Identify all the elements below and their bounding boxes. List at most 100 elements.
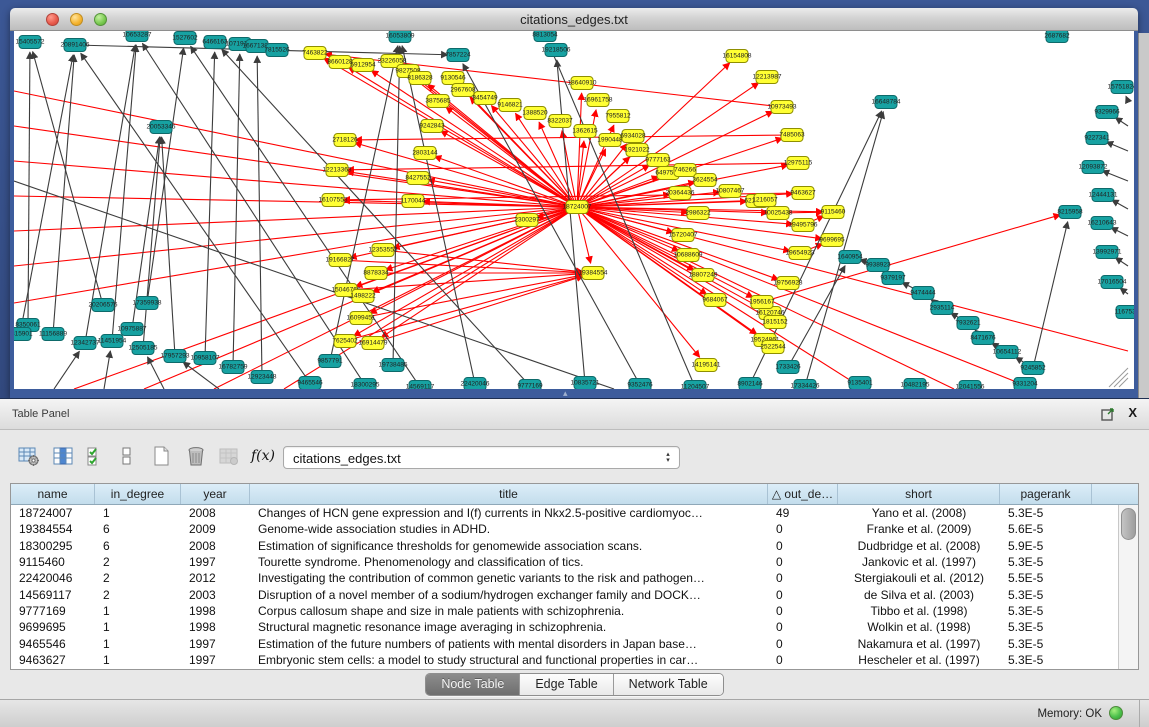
graph-edge[interactable] <box>577 207 766 317</box>
graph-node[interactable]: 6466163 <box>202 36 228 49</box>
graph-node[interactable]: 22420046 <box>461 378 490 390</box>
graph-edge[interactable] <box>1033 222 1068 368</box>
graph-node[interactable]: 12975115 <box>784 157 813 170</box>
graph-edge[interactable] <box>81 53 310 383</box>
graph-node[interactable]: 19218506 <box>542 44 571 57</box>
graph-node[interactable]: 10958107 <box>191 352 220 365</box>
table-selector-combobox[interactable]: citations_edges.txt ▴▾ <box>283 446 680 469</box>
graph-node[interactable]: 10025438 <box>764 207 793 220</box>
table-row[interactable]: 1830029562008Estimation of significance … <box>11 538 1118 554</box>
graph-node[interactable]: 1527602 <box>172 32 198 45</box>
memory-ok-indicator-icon[interactable] <box>1109 706 1123 720</box>
graph-edge[interactable] <box>577 207 1128 351</box>
graph-node[interactable]: 18640910 <box>568 77 597 90</box>
graph-node[interactable]: 2522544 <box>760 341 786 354</box>
graph-node[interactable]: 8186328 <box>407 72 433 85</box>
graph-node[interactable]: 12505185 <box>129 342 158 355</box>
graph-edge[interactable] <box>205 52 215 358</box>
graph-node[interactable]: 18724007 <box>563 201 592 214</box>
graph-edge[interactable] <box>577 207 1034 389</box>
column-header-pagerank[interactable]: pagerank <box>1000 484 1092 504</box>
column-header-name[interactable]: name <box>11 484 95 504</box>
graph-node[interactable]: 746266 <box>674 164 696 177</box>
column-header-in_degree[interactable]: in_degree <box>95 484 181 504</box>
graph-node[interactable]: 17334426 <box>791 380 820 390</box>
graph-edge[interactable] <box>1112 200 1128 209</box>
graph-node[interactable]: 12353553 <box>369 244 398 257</box>
graph-node[interactable]: 3624554 <box>692 174 718 187</box>
graph-node[interactable]: 18807249 <box>689 269 718 282</box>
graph-node[interactable]: 7857224 <box>445 49 471 62</box>
function-builder-icon[interactable]: f(x) <box>250 443 276 469</box>
graph-node[interactable]: 1956167 <box>749 296 775 309</box>
graph-edge[interactable] <box>577 207 761 308</box>
graph-node[interactable]: 2803144 <box>412 147 438 160</box>
table-row[interactable]: 1938455462009Genome-wide association stu… <box>11 521 1118 537</box>
table-row[interactable]: 946362711997Embryonic stem cells: a mode… <box>11 652 1118 668</box>
graph-edge[interactable] <box>805 112 883 386</box>
graph-edge[interactable] <box>142 43 365 385</box>
graph-node[interactable]: 9227341 <box>1084 132 1110 145</box>
graph-node[interactable]: 16154808 <box>723 50 752 63</box>
graph-node[interactable]: 2300297 <box>514 214 540 227</box>
graph-node[interactable]: 13992971 <box>1093 246 1122 259</box>
column-header-out_de[interactable]: △ out_de… <box>768 484 838 504</box>
network-canvas[interactable]: 1540557220891406106532871527602646616310… <box>14 31 1134 389</box>
graph-node[interactable]: 10482195 <box>901 379 930 390</box>
graph-edge[interactable] <box>112 45 136 341</box>
table-vertical-scrollbar[interactable] <box>1118 505 1138 669</box>
graph-node[interactable]: 16107553 <box>319 194 348 207</box>
graph-edge[interactable] <box>54 351 79 389</box>
graph-node[interactable]: 9699695 <box>819 234 845 247</box>
graph-node[interactable]: 10688609 <box>674 249 703 262</box>
graph-node[interactable]: 1362615 <box>572 125 598 138</box>
graph-edge[interactable] <box>14 207 577 266</box>
graph-node[interactable]: 9463627 <box>790 187 816 200</box>
graph-node[interactable]: 12213987 <box>753 71 782 84</box>
graph-node[interactable]: 10807467 <box>716 185 745 198</box>
table-row[interactable]: 1872400712008Changes of HCN gene express… <box>11 505 1118 521</box>
table-row[interactable]: 946554611997Estimation of the future num… <box>11 635 1118 651</box>
graph-edge[interactable] <box>1111 227 1128 236</box>
graph-node[interactable]: 17957293 <box>161 350 190 363</box>
graph-node[interactable]: 7815526 <box>264 44 290 57</box>
graph-edge[interactable] <box>1126 96 1128 101</box>
graph-node[interactable]: 18300295 <box>351 379 380 390</box>
graph-node[interactable]: 9352476 <box>627 379 653 390</box>
table-row[interactable]: 2242004622012Investigating the contribut… <box>11 570 1118 586</box>
show-columns-icon[interactable] <box>50 443 76 469</box>
graph-node[interactable]: 7463822 <box>302 47 328 60</box>
graph-node[interactable]: 2935114 <box>930 302 955 315</box>
graph-node[interactable]: 12923448 <box>248 371 277 384</box>
graph-node[interactable]: 14195141 <box>692 359 721 372</box>
graph-node[interactable]: 9146821 <box>497 99 523 112</box>
graph-node[interactable]: 8215958 <box>1057 206 1083 219</box>
scrollbar-thumb[interactable] <box>1121 508 1136 540</box>
graph-node[interactable]: 1815152 <box>762 316 788 329</box>
network-window-titlebar[interactable]: citations_edges.txt <box>10 8 1138 31</box>
graph-edge[interactable] <box>33 52 103 305</box>
graph-node[interactable]: 8878334 <box>363 267 389 280</box>
graph-node[interactable]: 1990448 <box>597 134 623 147</box>
graph-node[interactable]: 12342737 <box>71 337 100 350</box>
unselect-all-columns-icon[interactable] <box>114 443 140 469</box>
graph-edge[interactable] <box>14 91 577 207</box>
graph-node[interactable]: 10975887 <box>118 323 147 336</box>
column-header-title[interactable]: title <box>250 484 768 504</box>
graph-node[interactable]: 9465546 <box>297 377 323 390</box>
table-row[interactable]: 911546021997Tourette syndrome. Phenomeno… <box>11 554 1118 570</box>
graph-node[interactable]: 1640954 <box>837 251 863 264</box>
graph-node[interactable]: 9331204 <box>1012 378 1038 390</box>
table-row[interactable]: 977716911998Corpus callosum shape and si… <box>11 603 1118 619</box>
graph-edge[interactable] <box>1120 288 1128 294</box>
graph-node[interactable]: 16961758 <box>584 94 613 107</box>
graph-node[interactable]: 2718126 <box>332 134 358 147</box>
graph-node[interactable]: 12213363 <box>323 164 352 177</box>
float-window-icon[interactable] <box>1101 407 1115 421</box>
graph-node[interactable]: 11156889 <box>39 328 67 341</box>
graph-node[interactable]: 9474444 <box>910 287 936 300</box>
graph-edge[interactable] <box>441 131 577 207</box>
graph-edge[interactable] <box>347 163 798 170</box>
graph-node[interactable]: 6934028 <box>620 130 646 143</box>
graph-node[interactable]: 19384554 <box>579 267 608 280</box>
